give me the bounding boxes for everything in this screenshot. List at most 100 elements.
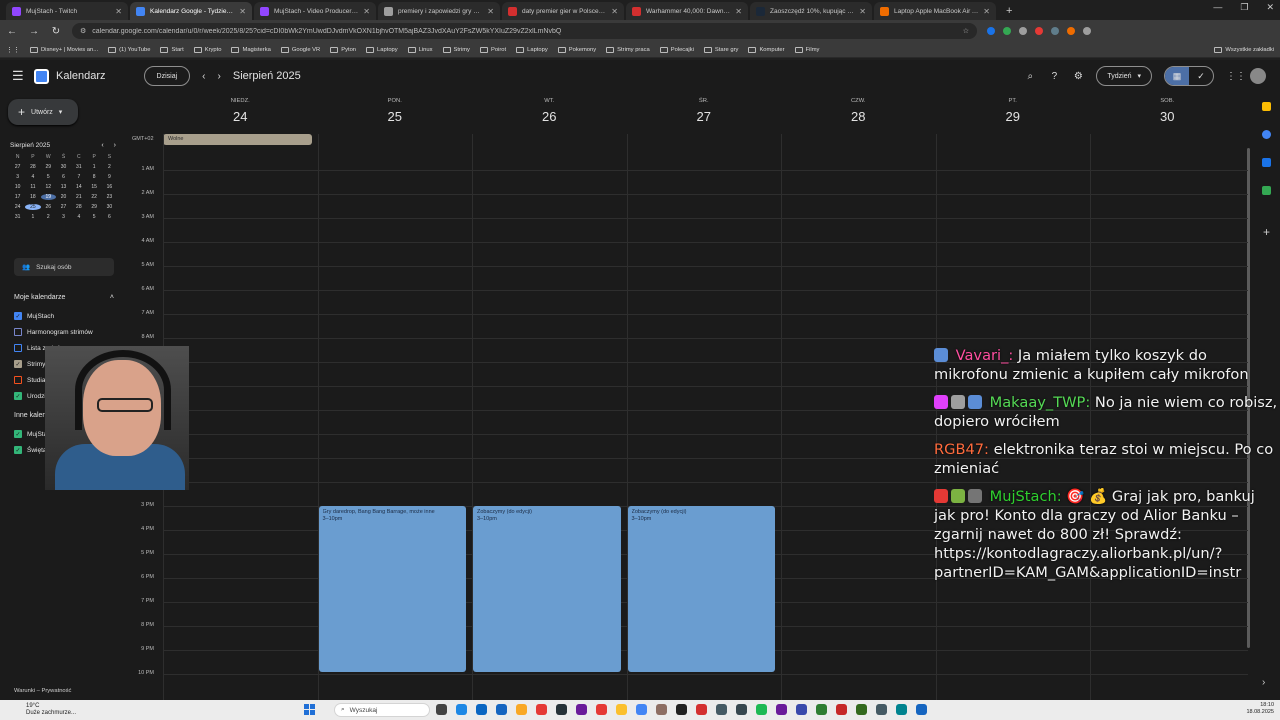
expand-panel-icon[interactable]: › [1262,678,1271,688]
day-number[interactable]: 28 [781,109,936,124]
url-field[interactable]: ⚙ calendar.google.com/calendar/u/0/r/wee… [72,23,977,39]
bookmark-item[interactable]: Filmy [794,46,819,53]
calendar-checkbox[interactable] [14,344,22,352]
bookmark-item[interactable]: Pokemony [557,46,596,53]
mini-day[interactable]: 6 [102,214,117,220]
mini-day[interactable]: 3 [10,174,25,180]
day-number[interactable]: 27 [627,109,782,124]
day-header[interactable]: WT. 26 [472,92,627,134]
bookmark-item[interactable]: Krypto [193,46,221,53]
taskbar-app-icon[interactable] [756,704,767,715]
taskbar-app-icon[interactable] [716,704,727,715]
bookmark-item[interactable]: Google VR [280,46,320,53]
calendar-view-icon[interactable]: ▦ [1165,67,1189,85]
today-button[interactable]: Dzisiaj [143,66,191,86]
mini-day[interactable]: 12 [41,184,56,190]
mini-day[interactable]: 14 [71,184,86,190]
taskbar-app-icon[interactable] [676,704,687,715]
mini-day[interactable]: 31 [10,214,25,220]
account-avatar[interactable] [1250,68,1266,84]
day-header[interactable]: CZW. 28 [781,92,936,134]
taskbar-app-icon[interactable] [576,704,587,715]
calendar-list-item[interactable]: ✓ Strimy [14,360,45,368]
search-icon[interactable]: ⌕ [1024,71,1036,82]
calendar-list-item[interactable]: Harmonogram strimów [14,328,93,336]
mini-day[interactable]: 25 [25,204,41,210]
taskbar-app-icon[interactable] [476,704,487,715]
tab-close-icon[interactable]: ✕ [735,7,742,16]
bookmark-item[interactable]: Pyton [330,46,356,53]
day-header[interactable]: SOB. 30 [1090,92,1245,134]
site-info-icon[interactable]: ⚙ [80,27,86,35]
mini-day[interactable]: 3 [56,214,71,220]
forward-icon[interactable]: → [28,26,40,37]
browser-tab[interactable]: MujStach - Twitch ✕ [6,2,128,20]
extension-icon[interactable] [1067,27,1075,35]
day-number[interactable]: 25 [318,109,473,124]
mini-day[interactable]: 20 [56,194,71,200]
mini-day[interactable]: 4 [71,214,86,220]
mini-day[interactable]: 10 [10,184,25,190]
mini-day[interactable]: 22 [86,194,101,200]
bookmark-item[interactable]: Magisterka [231,46,271,53]
mini-day[interactable]: 28 [71,204,86,210]
weather-widget[interactable]: 19°C Duże zachmurze... [0,703,76,717]
mini-day[interactable]: 8 [86,174,101,180]
browser-tab[interactable]: Warhammer 40,000: Dawn of W ✕ [626,2,748,20]
new-tab-icon[interactable]: + [998,2,1020,20]
browser-tab[interactable]: Laptop Apple MacBook Air A2 ✕ [874,2,996,20]
bookmark-item[interactable]: Stare gry [703,46,738,53]
reload-icon[interactable]: ↻ [50,26,62,37]
minimize-icon[interactable]: — [1213,2,1222,13]
view-selector[interactable]: Tydzień ▾ [1096,66,1152,86]
mini-day[interactable]: 21 [71,194,86,200]
extension-icon[interactable] [1035,27,1043,35]
mini-day[interactable]: 11 [25,184,40,190]
mini-day[interactable]: 1 [25,214,40,220]
mini-day[interactable]: 24 [10,204,25,210]
allday-event[interactable]: Wolne [163,134,312,145]
taskbar-app-icon[interactable] [816,704,827,715]
taskbar-app-icon[interactable] [616,704,627,715]
mini-day[interactable]: 16 [102,184,117,190]
mini-day[interactable]: 9 [102,174,117,180]
taskbar-app-icon[interactable] [496,704,507,715]
mini-day[interactable]: 5 [41,174,56,180]
apps-grid-icon[interactable]: ⋮⋮ [1226,71,1246,82]
mini-day[interactable]: 15 [86,184,101,190]
mini-day[interactable]: 13 [56,184,71,190]
mini-prev-icon[interactable]: ‹ [101,142,103,149]
mini-day[interactable]: 26 [41,204,56,210]
bookmark-item[interactable]: (1) YouTube [108,46,150,53]
taskbar-app-icon[interactable] [856,704,867,715]
back-icon[interactable]: ← [6,26,18,37]
taskbar-app-icon[interactable] [736,704,747,715]
taskbar-app-icon[interactable] [776,704,787,715]
tab-close-icon[interactable]: ✕ [239,7,246,16]
calendar-checkbox[interactable]: ✓ [14,446,22,454]
bookmark-item[interactable]: Komputer [748,46,785,53]
bookmark-item[interactable]: Poirot [479,46,506,53]
all-bookmarks-folder[interactable]: Wszystkie zakładki [1214,46,1274,53]
mini-day[interactable]: 23 [102,194,117,200]
apps-shortcut-icon[interactable]: ⋮⋮ [6,46,20,54]
bookmark-item[interactable]: Strimy praca [606,46,650,53]
bookmark-item[interactable]: Disney+ | Movies an... [30,46,98,53]
tab-close-icon[interactable]: ✕ [115,7,122,16]
mini-day[interactable]: 7 [71,174,86,180]
calendar-checkbox[interactable]: ✓ [14,312,22,320]
taskbar-app-icon[interactable] [696,704,707,715]
mini-day[interactable]: 30 [56,164,71,170]
tab-close-icon[interactable]: ✕ [859,7,866,16]
terms-privacy-links[interactable]: Warunki – Prywatność [14,688,71,694]
taskbar-app-icon[interactable] [796,704,807,715]
tab-close-icon[interactable]: ✕ [363,7,370,16]
mini-next-icon[interactable]: › [114,142,116,149]
mini-day[interactable]: 4 [25,174,40,180]
contacts-icon[interactable] [1262,158,1271,167]
mini-day[interactable]: 31 [71,164,86,170]
calendar-logo-icon[interactable] [34,68,49,84]
day-header[interactable]: ŚR. 27 [627,92,782,134]
help-icon[interactable]: ? [1048,71,1060,82]
mini-day[interactable]: 27 [56,204,71,210]
